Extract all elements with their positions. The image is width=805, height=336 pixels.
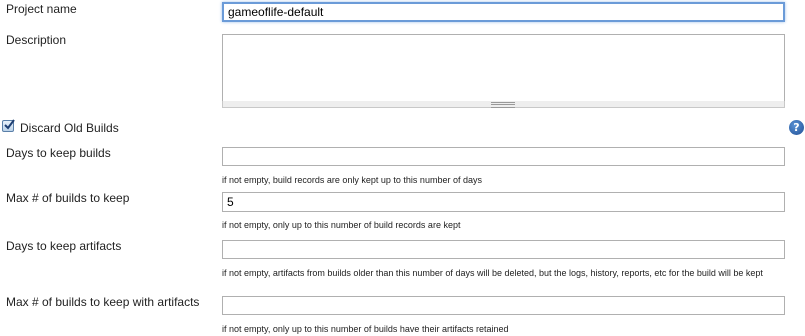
max-builds-with-artifacts-label: Max # of builds to keep with artifacts	[6, 295, 200, 309]
description-label: Description	[6, 33, 67, 47]
grip-icon	[491, 102, 515, 108]
max-builds-to-keep-help: if not empty, only up to this number of …	[222, 220, 461, 230]
project-name-input[interactable]	[222, 2, 785, 22]
days-to-keep-artifacts-help: if not empty, artifacts from builds olde…	[222, 268, 763, 278]
max-builds-with-artifacts-input[interactable]	[222, 296, 785, 315]
days-to-keep-builds-label: Days to keep builds	[6, 146, 111, 160]
checkmark-icon	[4, 119, 15, 130]
max-builds-to-keep-input[interactable]	[222, 192, 785, 212]
max-builds-to-keep-label: Max # of builds to keep	[6, 191, 130, 205]
max-builds-with-artifacts-help: if not empty, only up to this number of …	[222, 324, 509, 334]
days-to-keep-builds-help: if not empty, build records are only kep…	[222, 175, 482, 185]
days-to-keep-artifacts-input[interactable]	[222, 240, 785, 259]
project-name-label: Project name	[6, 2, 77, 16]
days-to-keep-artifacts-label: Days to keep artifacts	[6, 239, 122, 253]
description-textarea[interactable]	[222, 34, 785, 102]
textarea-resize-handle[interactable]	[222, 101, 785, 108]
days-to-keep-builds-input[interactable]	[222, 147, 785, 166]
help-icon[interactable]: ?	[789, 120, 804, 135]
discard-old-builds-label: Discard Old Builds	[20, 121, 119, 135]
discard-old-builds-checkbox[interactable]	[2, 119, 15, 132]
